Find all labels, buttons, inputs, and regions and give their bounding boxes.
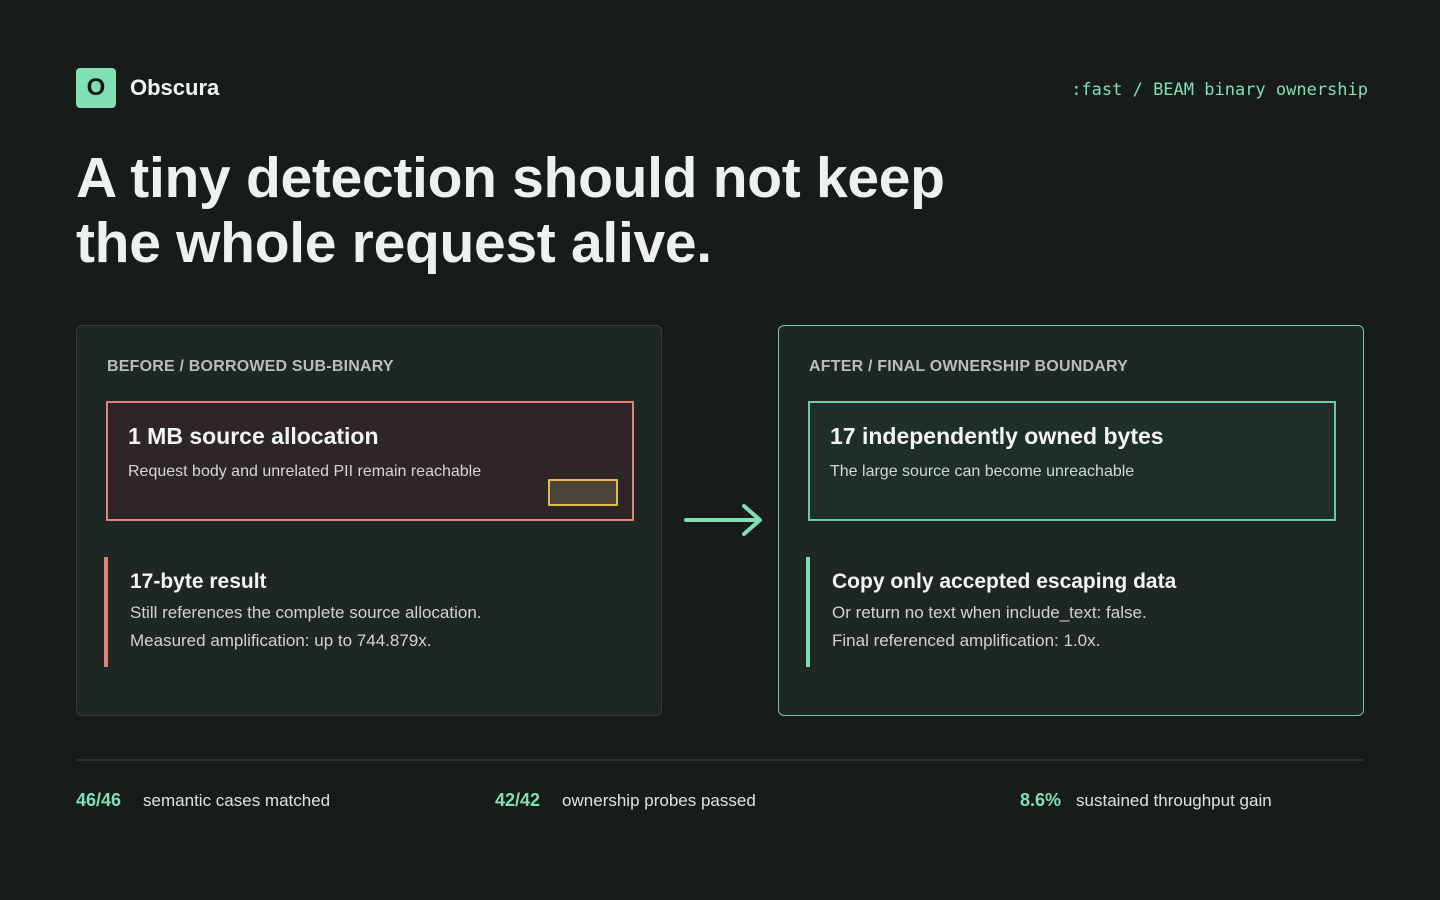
before-card: BEFORE / BORROWED SUB-BINARY 1 MB source… (76, 325, 662, 716)
stat-value: 42/42 (495, 790, 541, 810)
stat-throughput-gain: 8.6% sustained throughput gain (1020, 790, 1272, 811)
source-allocation-description: Request body and unrelated PII remain re… (128, 463, 482, 480)
owned-bytes-title: 17 independently owned bytes (830, 423, 1164, 449)
tagline: :fast / BEAM binary ownership (1071, 80, 1368, 100)
arrow-right-icon (684, 504, 762, 536)
after-result-line-1: Or return no text when include_text: fal… (832, 603, 1147, 622)
source-allocation-title: 1 MB source allocation (128, 423, 379, 449)
stat-value: 8.6% (1020, 790, 1062, 810)
after-card: AFTER / FINAL OWNERSHIP BOUNDARY 17 inde… (778, 325, 1364, 716)
logo-icon: O (76, 68, 116, 108)
divider (76, 759, 1364, 761)
page-title: A tiny detection should not keep the who… (76, 146, 1076, 276)
slide: O Obscura :fast / BEAM binary ownership … (0, 0, 1440, 900)
headline-line-2: the whole request alive. (76, 211, 712, 275)
stat-ownership-probes: 42/42 ownership probes passed (495, 790, 756, 811)
stat-semantic-cases: 46/46 semantic cases matched (76, 790, 330, 811)
stat-label: ownership probes passed (562, 791, 756, 810)
stat-label: sustained throughput gain (1076, 791, 1272, 810)
after-result-title: Copy only accepted escaping data (832, 570, 1177, 593)
after-result: Copy only accepted escaping data Or retu… (806, 557, 1352, 667)
brand-name: Obscura (130, 75, 220, 100)
before-result-line-2: Measured amplification: up to 744.879x. (130, 631, 432, 650)
stat-label: semantic cases matched (143, 791, 331, 810)
headline-line-1: A tiny detection should not keep (76, 146, 945, 210)
owned-bytes-box: 17 independently owned bytes The large s… (808, 401, 1336, 521)
brand: O Obscura (76, 68, 219, 108)
after-card-label: AFTER / FINAL OWNERSHIP BOUNDARY (809, 358, 1129, 375)
source-allocation-box: 1 MB source allocation Request body and … (106, 401, 634, 521)
sub-binary-slice-marker (548, 479, 618, 506)
before-result-line-1: Still references the complete source all… (130, 603, 482, 622)
before-result: 17-byte result Still references the comp… (104, 557, 650, 667)
after-result-line-2: Final referenced amplification: 1.0x. (832, 631, 1101, 650)
stat-value: 46/46 (76, 790, 122, 810)
before-result-title: 17-byte result (130, 570, 267, 593)
before-card-label: BEFORE / BORROWED SUB-BINARY (107, 358, 394, 375)
owned-bytes-description: The large source can become unreachable (830, 463, 1135, 480)
